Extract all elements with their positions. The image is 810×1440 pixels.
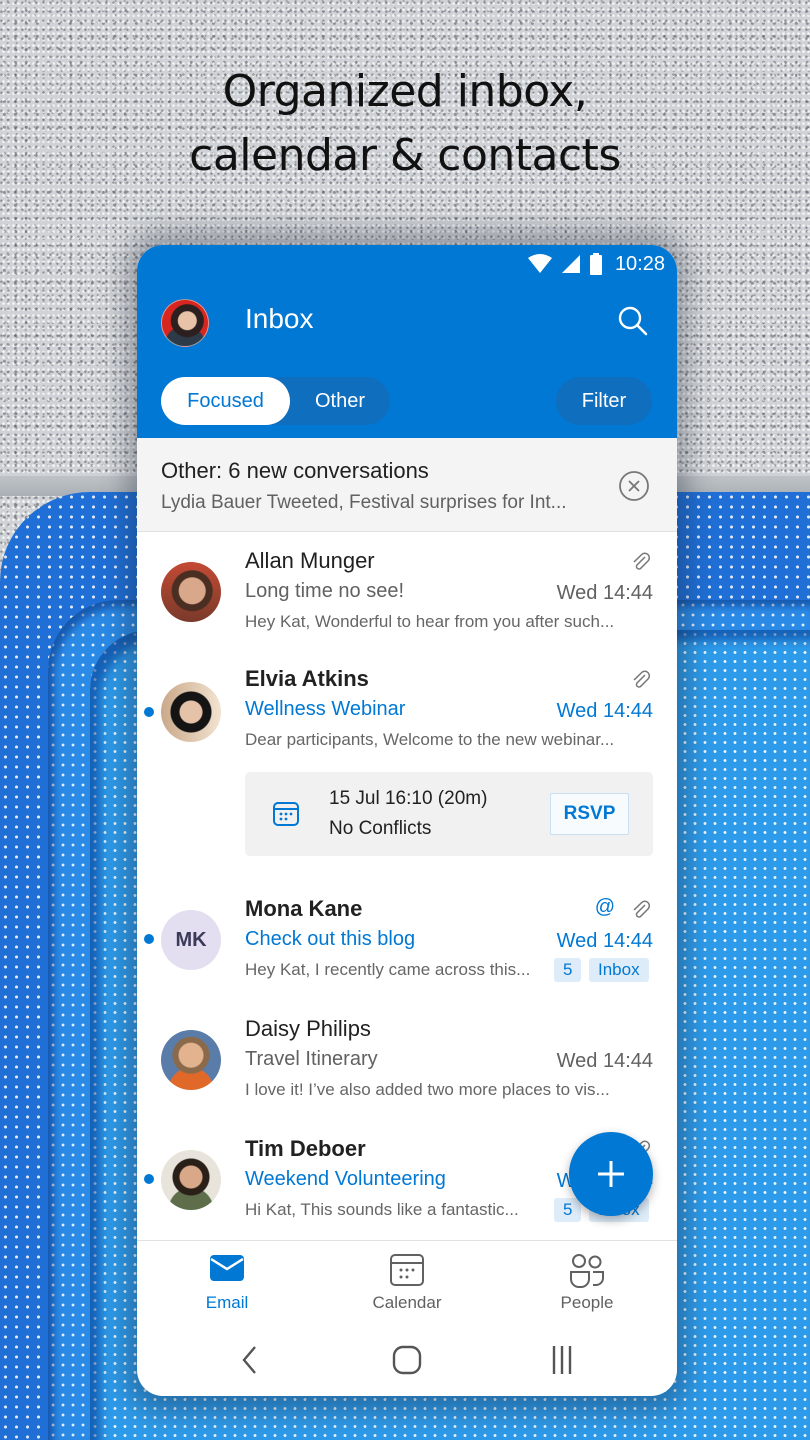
mention-icon: @ [594,896,615,918]
message-time: Wed 14:44 [556,700,653,722]
sender-avatar [161,682,221,742]
rsvp-button[interactable]: RSVP [550,793,629,835]
folder-badge: Inbox [589,958,649,982]
headline-line-2: calendar & contacts [189,130,621,181]
thread-count-badge: 5 [554,1198,582,1222]
sender-avatar [161,1030,221,1090]
nav-people-label: People [560,1293,614,1312]
calendar-icon [273,802,299,826]
home-icon [392,1345,422,1375]
message-subject: Check out this blog [245,928,416,950]
search-button[interactable] [617,305,649,337]
unread-indicator [144,1174,154,1184]
message-item[interactable]: Daisy Philips Travel Itinerary Wed 14:44… [137,1000,677,1118]
sender-name: Daisy Philips [245,1016,371,1041]
status-bar: 10:28 [527,251,665,277]
plus-icon [598,1161,624,1187]
nav-calendar-label: Calendar [372,1293,442,1312]
sender-avatar [161,1150,221,1210]
sender-name: Allan Munger [245,548,375,573]
nav-email-label: Email [205,1293,249,1312]
headline-line-1: Organized inbox, [222,66,588,117]
phone-screen: 10:28 Inbox Focused Other Filter Other: … [137,245,677,1396]
search-icon [618,306,648,336]
cellular-signal-icon [561,255,580,273]
message-time: Wed 14:44 [556,582,653,604]
promo-headline: Organized inbox, calendar & contacts [0,60,810,188]
message-preview: Hey Kat, I recently came across this... [245,960,531,979]
other-banner-title: Other: 6 new conversations [161,458,429,483]
people-icon [570,1254,604,1288]
other-inbox-banner[interactable]: Other: 6 new conversations Lydia Bauer T… [137,438,677,532]
message-preview: Dear participants, Welcome to the new we… [245,730,615,749]
calendar-icon [390,1254,424,1286]
bottom-navigation: Email Calendar People [137,1240,677,1320]
attachment-icon [633,552,651,570]
thread-count-badge: 5 [554,958,582,982]
sender-name: Elvia Atkins [245,666,369,691]
message-preview: Hey Kat, Wonderful to hear from you afte… [245,612,615,631]
app-bar: 10:28 Inbox Focused Other Filter [137,245,677,438]
account-avatar[interactable] [161,299,209,347]
system-navigation-bar [137,1325,677,1395]
event-time: 15 Jul 16:10 (20m) [329,788,488,809]
nav-calendar[interactable]: Calendar [347,1241,467,1321]
unread-indicator [144,934,154,944]
sender-avatar [161,562,221,622]
event-card[interactable]: 15 Jul 16:10 (20m) No Conflicts RSVP [245,772,653,856]
message-subject: Weekend Volunteering [245,1168,446,1190]
message-time: Wed 14:44 [556,930,653,952]
message-item[interactable]: Allan Munger Long time no see! Wed 14:44… [137,532,677,650]
back-icon [242,1346,256,1374]
filter-button[interactable]: Filter [556,377,652,425]
inbox-tab-switcher: Focused Other [161,377,390,425]
message-subject: Wellness Webinar [245,698,406,720]
sender-name: Tim Deboer [245,1136,366,1161]
home-button[interactable] [387,1343,427,1377]
dismiss-banner-button[interactable] [618,470,650,502]
wifi-icon [527,254,552,273]
mail-icon [210,1255,244,1281]
battery-icon [589,253,602,275]
tab-focused[interactable]: Focused [161,377,290,425]
page-title: Inbox [245,303,314,334]
nav-email[interactable]: Email [167,1241,287,1321]
sender-name: Mona Kane [245,896,363,921]
status-time: 10:28 [614,252,665,275]
message-preview: I love it! I’ve also added two more plac… [245,1080,610,1099]
event-conflicts: No Conflicts [329,818,432,839]
compose-button[interactable] [569,1132,653,1216]
other-banner-subtitle: Lydia Bauer Tweeted, Festival surprises … [161,492,567,513]
nav-people[interactable]: People [527,1241,647,1321]
message-subject: Travel Itinerary [245,1048,378,1070]
message-preview: Hi Kat, This sounds like a fantastic... [245,1200,519,1219]
message-time: Wed 14:44 [556,1050,653,1072]
message-item[interactable]: MK Mona Kane @ Check out this blog Wed 1… [137,880,677,998]
message-subject: Long time no see! [245,580,404,602]
attachment-icon [633,900,651,918]
back-button[interactable] [231,1343,271,1377]
sender-avatar-initials: MK [161,910,221,970]
tab-other[interactable]: Other [290,377,390,425]
unread-indicator [144,707,154,717]
close-circle-icon [619,471,649,501]
recents-button[interactable] [542,1343,582,1377]
recents-icon [552,1346,572,1374]
attachment-icon [633,670,651,688]
